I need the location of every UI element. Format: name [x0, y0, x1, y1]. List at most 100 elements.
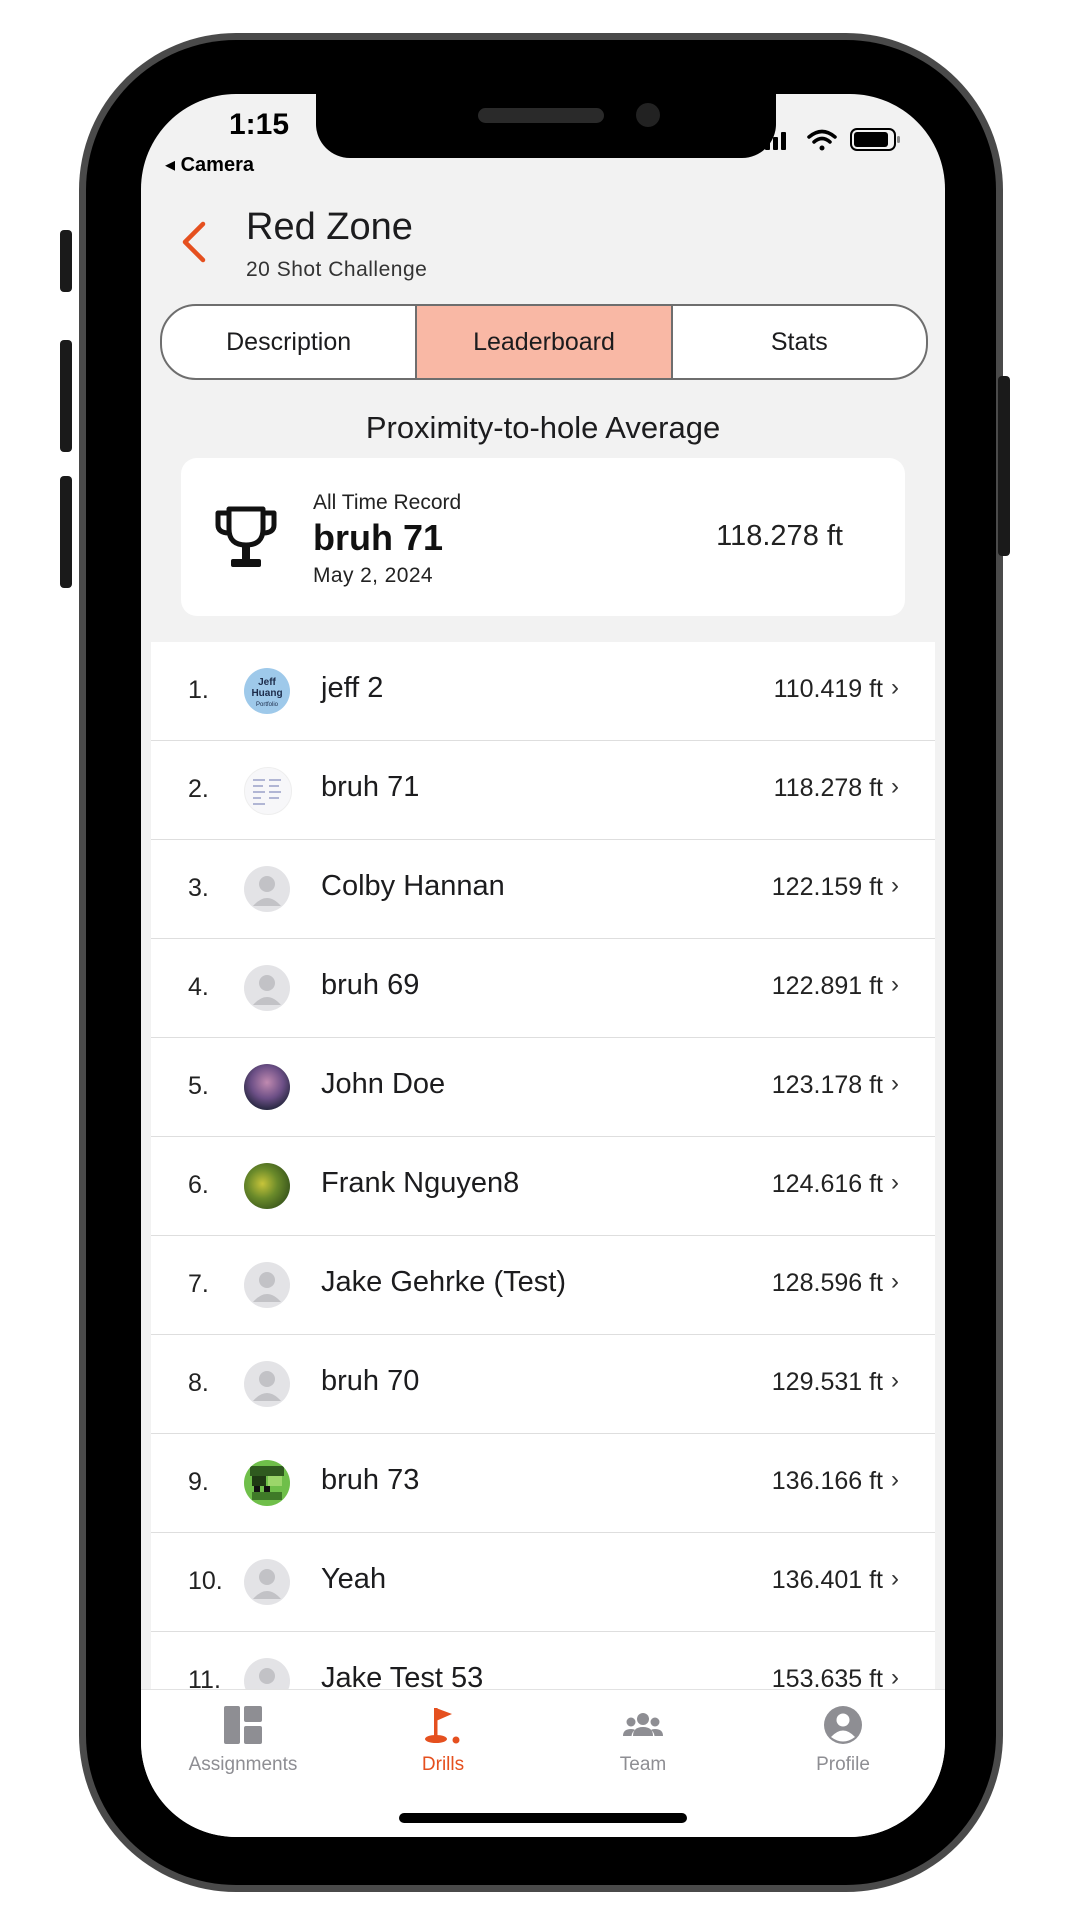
player-score: 110.419 ft	[773, 675, 883, 703]
leaderboard-row[interactable]: 2. bruh 71 118.278 ft ›	[151, 741, 935, 840]
avatar	[244, 1064, 290, 1110]
leaderboard-row[interactable]: 6. Frank Nguyen8 124.616 ft ›	[151, 1137, 935, 1236]
power-button	[998, 376, 1010, 556]
rank: 3.	[188, 874, 209, 902]
player-name: bruh 71	[321, 771, 420, 803]
svg-text:Portfolio: Portfolio	[256, 702, 279, 708]
tab-label: Team	[619, 1754, 667, 1775]
rank: 5.	[188, 1072, 209, 1100]
team-icon	[623, 1713, 663, 1736]
default-avatar-icon	[244, 1262, 290, 1308]
app-screen: 1:15 ◂ Camera Red Zone 20 Shot Challenge…	[141, 94, 945, 1837]
player-name: jeff 2	[321, 672, 384, 704]
tab-drills[interactable]: Drills	[343, 1704, 543, 1776]
trophy-icon	[215, 506, 277, 567]
leaderboard-row[interactable]: 8. bruh 70 129.531 ft ›	[151, 1335, 935, 1434]
leaderboard-row[interactable]: 4. bruh 69 122.891 ft ›	[151, 939, 935, 1038]
leaderboard-row[interactable]: 1. Jeff Huang Portfolio jeff 2 110.419 f…	[151, 642, 935, 741]
chevron-right-icon: ›	[891, 1169, 899, 1196]
default-avatar-icon	[244, 1559, 290, 1605]
player-name: bruh 69	[321, 969, 420, 1001]
player-name: bruh 70	[321, 1365, 420, 1397]
speaker-grille	[478, 108, 604, 123]
rank: 7.	[188, 1270, 209, 1298]
rank: 9.	[188, 1468, 209, 1496]
front-camera	[636, 103, 660, 127]
volume-up-button	[60, 340, 72, 452]
default-avatar-icon	[244, 965, 290, 1011]
player-name: Yeah	[321, 1563, 387, 1595]
volume-down-button	[60, 476, 72, 588]
avatar	[244, 767, 292, 815]
rank: 10.	[188, 1567, 223, 1595]
chevron-right-icon: ›	[891, 773, 899, 800]
wifi-icon	[807, 129, 837, 151]
player-score: 118.278 ft	[773, 774, 883, 802]
avatar: Jeff Huang Portfolio	[244, 668, 290, 714]
tab-profile[interactable]: Profile	[743, 1704, 943, 1776]
tab-label: Drills	[421, 1754, 465, 1775]
back-chevron-icon[interactable]	[179, 220, 209, 264]
svg-text:Jeff: Jeff	[258, 677, 276, 688]
chevron-right-icon: ›	[891, 872, 899, 899]
chevron-right-icon: ›	[891, 674, 899, 701]
player-name: John Doe	[321, 1068, 446, 1100]
tab-leaderboard[interactable]: Leaderboard	[415, 306, 671, 378]
player-score: 124.616 ft	[771, 1170, 883, 1198]
default-avatar-icon	[244, 866, 290, 912]
chevron-right-icon: ›	[891, 1070, 899, 1097]
player-name: bruh 73	[321, 1464, 420, 1496]
profile-icon	[824, 1706, 862, 1744]
leaderboard-row[interactable]: 7. Jake Gehrke (Test) 128.596 ft ›	[151, 1236, 935, 1335]
player-score: 122.891 ft	[771, 972, 883, 1000]
leaderboard-list: 1. Jeff Huang Portfolio jeff 2 110.419 f…	[151, 642, 935, 1731]
player-score: 122.159 ft	[771, 873, 883, 901]
signal-icon	[765, 132, 786, 150]
chevron-right-icon: ›	[891, 1565, 899, 1592]
player-name: Frank Nguyen8	[321, 1167, 520, 1199]
chevron-right-icon: ›	[891, 1268, 899, 1295]
player-name: Colby Hannan	[321, 870, 505, 902]
record-date: May 2, 2024	[313, 564, 433, 587]
default-avatar-icon	[244, 1361, 290, 1407]
leaderboard-row[interactable]: 9. bruh 73 136.166 ft ›	[151, 1434, 935, 1533]
tab-label: Profile	[816, 1754, 870, 1775]
section-title: Proximity-to-hole Average	[365, 410, 721, 445]
segmented-control: Description Leaderboard Stats	[160, 304, 928, 380]
svg-text:Huang: Huang	[251, 688, 282, 699]
tab-assignments[interactable]: Assignments	[143, 1704, 343, 1776]
record-label: All Time Record	[313, 491, 462, 514]
back-to-app-link[interactable]: ◂ Camera	[165, 152, 254, 177]
player-score: 123.178 ft	[771, 1071, 883, 1099]
tab-stats[interactable]: Stats	[670, 306, 926, 378]
leaderboard-row[interactable]: 5. John Doe 123.178 ft ›	[151, 1038, 935, 1137]
status-icons	[765, 128, 900, 151]
player-score: 129.531 ft	[771, 1368, 883, 1396]
player-score: 136.166 ft	[771, 1467, 883, 1495]
notch	[316, 94, 776, 158]
silent-switch	[60, 230, 72, 292]
rank: 2.	[188, 775, 209, 803]
rank: 1.	[188, 676, 209, 704]
rank: 6.	[188, 1171, 209, 1199]
all-time-record-card: All Time Record bruh 71 May 2, 2024 118.…	[181, 458, 905, 616]
leaderboard-row[interactable]: 10. Yeah 136.401 ft ›	[151, 1533, 935, 1632]
chevron-right-icon: ›	[891, 971, 899, 998]
player-name: Jake Gehrke (Test)	[321, 1266, 566, 1298]
tab-team[interactable]: Team	[543, 1704, 743, 1776]
avatar	[244, 1460, 290, 1506]
record-holder-name: bruh 71	[313, 517, 444, 558]
leaderboard-row[interactable]: 3. Colby Hannan 122.159 ft ›	[151, 840, 935, 939]
status-time: 1:15	[229, 108, 290, 141]
chevron-right-icon: ›	[891, 1367, 899, 1394]
avatar	[244, 1163, 290, 1209]
player-score: 136.401 ft	[771, 1566, 883, 1594]
chevron-right-icon: ›	[891, 1466, 899, 1493]
rank: 4.	[188, 973, 209, 1001]
tab-description[interactable]: Description	[162, 306, 415, 378]
player-score: 128.596 ft	[771, 1269, 883, 1297]
dashboard-icon	[224, 1706, 262, 1744]
home-indicator[interactable]	[399, 1813, 687, 1823]
page-subtitle: 20 Shot Challenge	[246, 258, 428, 281]
tab-label: Assignments	[188, 1754, 298, 1775]
